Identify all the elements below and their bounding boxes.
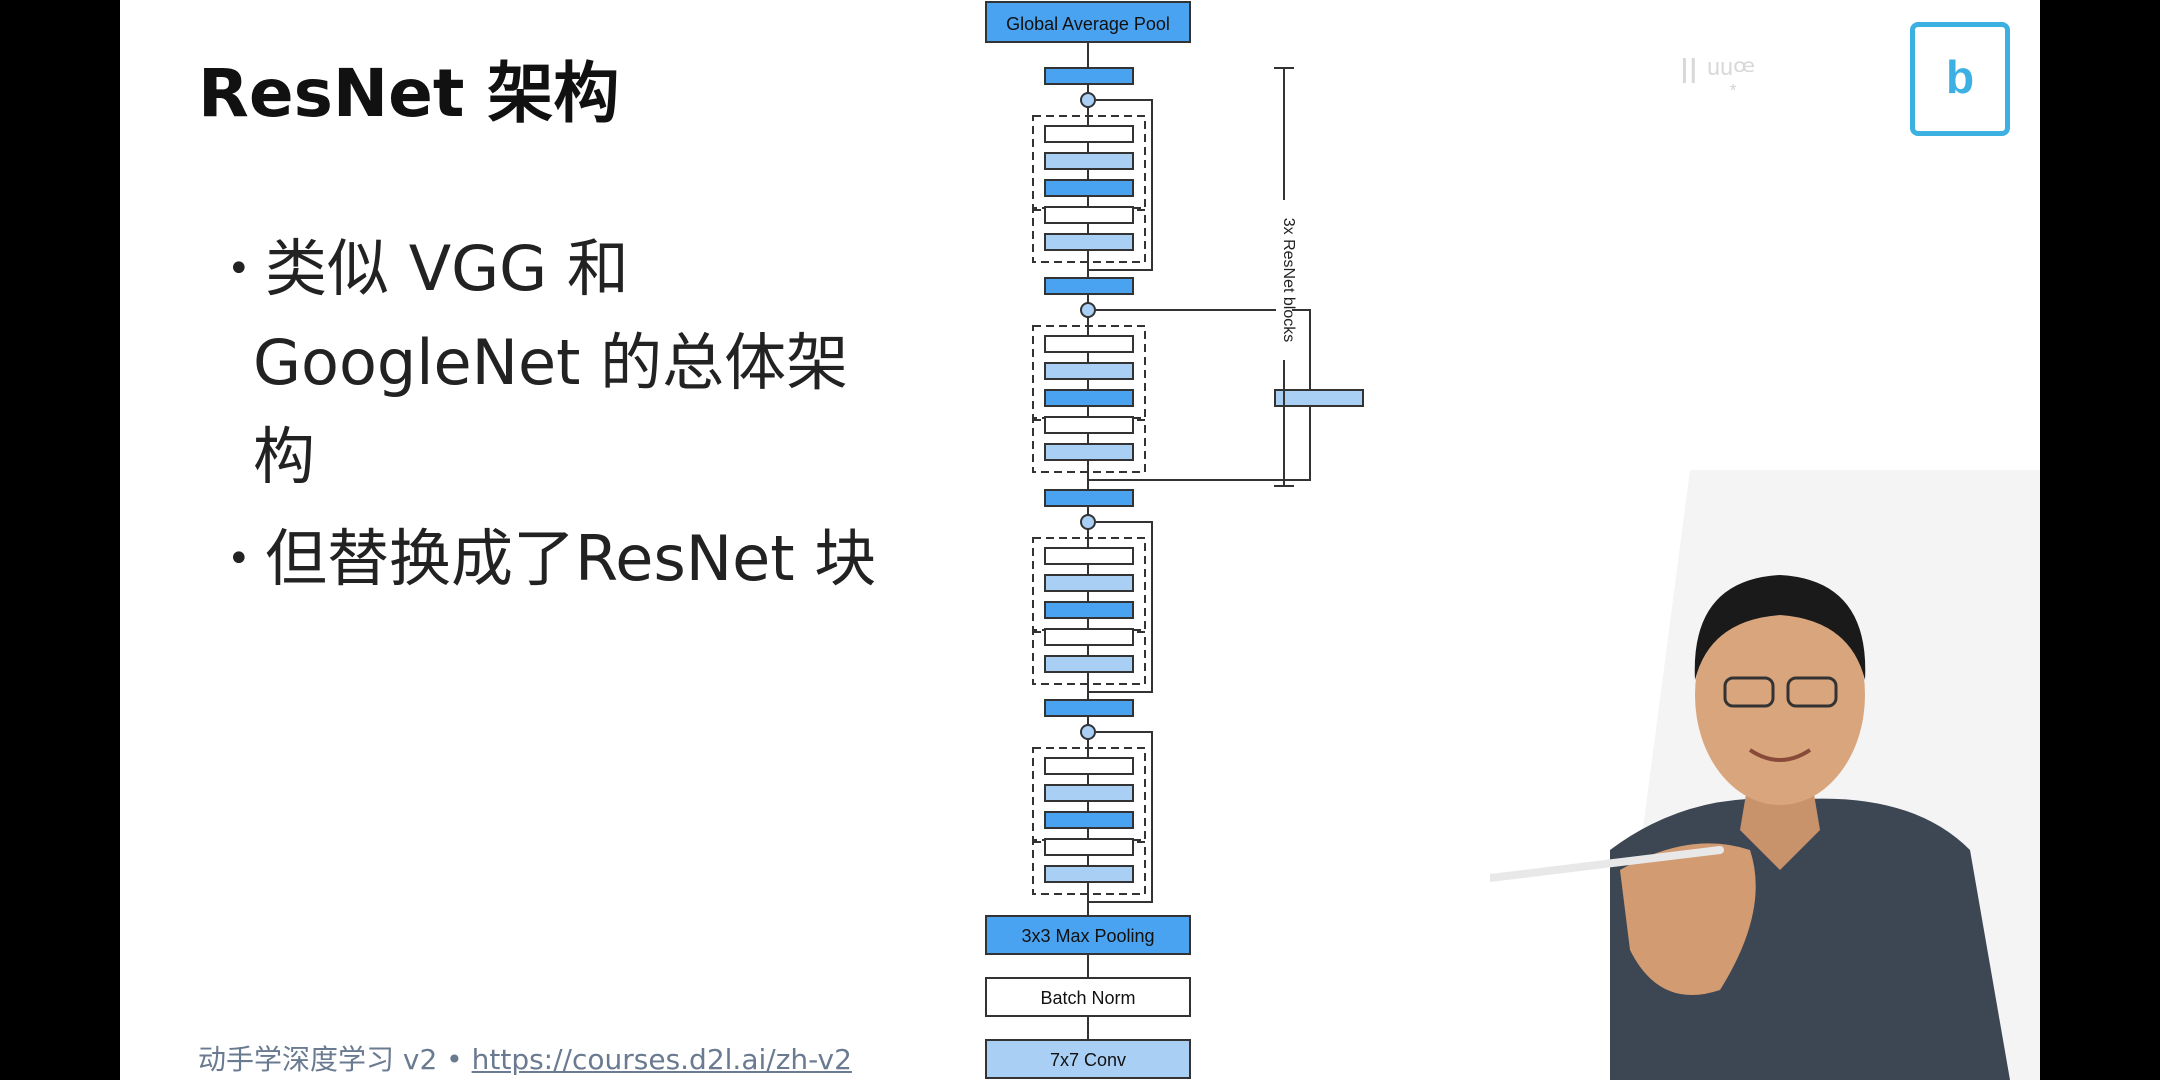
- presenter-video: [1490, 470, 2040, 1080]
- block-4-add-node: [1080, 724, 1096, 740]
- slide: ResNet 架构 • 类似 VGG 和 GoogleNet 的总体架 构 • …: [120, 0, 2040, 1080]
- max-pooling-label: 3x3 Max Pooling: [1021, 926, 1154, 946]
- block-1-layer-1: [1044, 125, 1134, 143]
- block-2-layer-1: [1044, 335, 1134, 353]
- block-1-layer-2: [1044, 152, 1134, 170]
- block-1-add-node: [1080, 92, 1096, 108]
- bracket-label: 3x ResNet blocks: [1280, 218, 1297, 343]
- block-4-layer-4: [1044, 838, 1134, 856]
- batch-norm-label: Batch Norm: [1040, 988, 1135, 1008]
- diagram-content: [1032, 42, 1364, 1040]
- block-3-layer-4: [1044, 628, 1134, 646]
- block-1-layer-5: [1044, 233, 1134, 251]
- block-4-layer-5: [1044, 865, 1134, 883]
- block-3-add-node: [1080, 514, 1096, 530]
- block-3-connector-bar: [1044, 489, 1134, 507]
- block-2-layer-4: [1044, 416, 1134, 434]
- global-average-pool-label: Global Average Pool: [1006, 14, 1170, 34]
- block-3-layer-2: [1044, 574, 1134, 592]
- block-4-layer-1: [1044, 757, 1134, 775]
- block-3-layer-3: [1044, 601, 1134, 619]
- bilibili-logo-icon: b: [1910, 22, 2010, 136]
- block-4-connector-bar: [1044, 699, 1134, 717]
- block-4-layer-2: [1044, 784, 1134, 802]
- block-4-layer-3: [1044, 811, 1134, 829]
- block-2-add-node: [1080, 302, 1096, 318]
- block-3-layer-5: [1044, 655, 1134, 673]
- top-dark-bar: [1044, 67, 1134, 85]
- block-3-layer-1: [1044, 547, 1134, 565]
- watermark-text: ǀǀ ᵘᵘ͙ꟹ: [1680, 53, 1756, 91]
- block-2-layer-5: [1044, 443, 1134, 461]
- block-1-layer-3: [1044, 179, 1134, 197]
- block-2-shortcut-conv: [1274, 389, 1364, 407]
- block-1-layer-4: [1044, 206, 1134, 224]
- block-2-connector-bar: [1044, 277, 1134, 295]
- conv-7x7-label: 7x7 Conv: [1050, 1050, 1126, 1070]
- block-2-layer-2: [1044, 362, 1134, 380]
- block-2-layer-3: [1044, 389, 1134, 407]
